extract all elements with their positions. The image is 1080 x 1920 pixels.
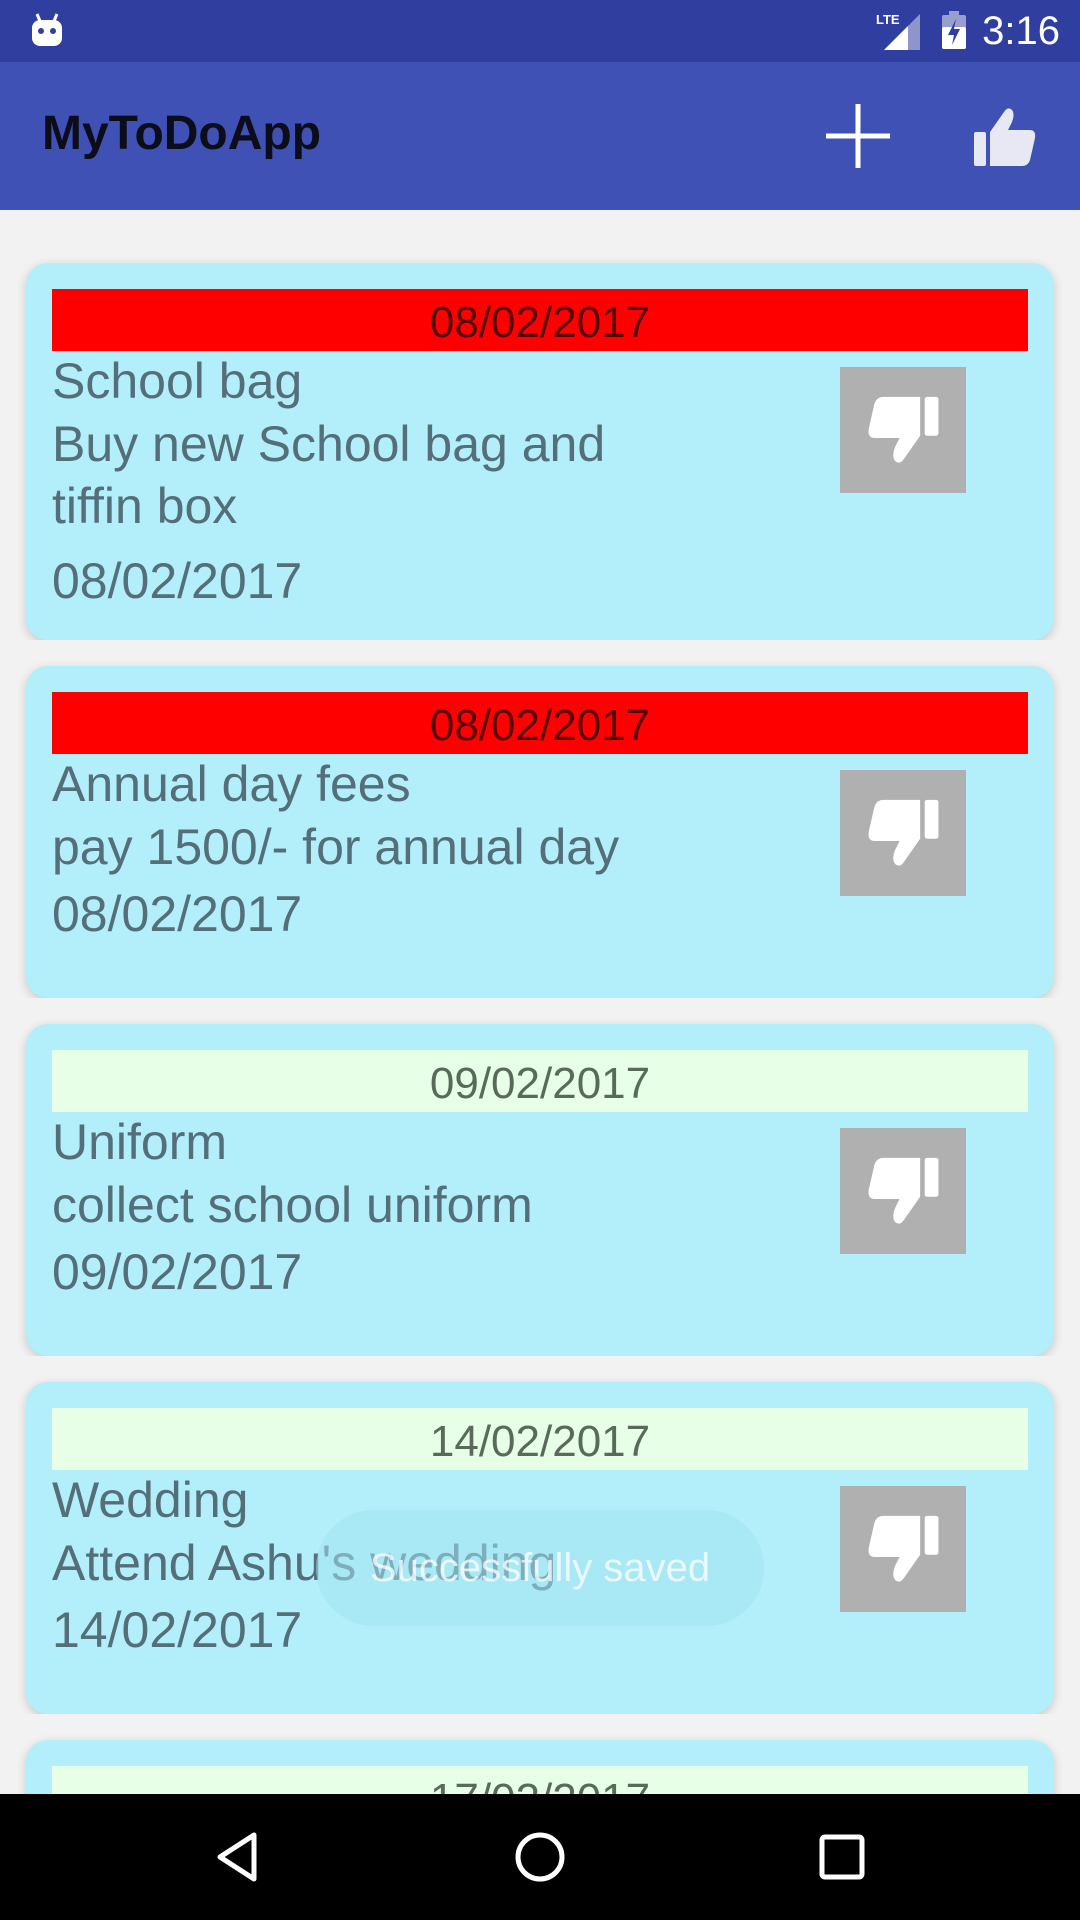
list-item[interactable]: 08/02/2017 Annual day fees pay 1500/- fo… [0,640,1080,998]
due-date-banner: 14/02/2017 [52,1408,1028,1470]
list-item[interactable]: 08/02/2017 School bag Buy new School bag… [0,210,1080,640]
todo-description: Buy new School bag and tiffin box [52,416,606,534]
due-date-banner: 17/02/2017 [52,1766,1028,1794]
app-title: MyToDoApp [42,107,322,160]
todo-description: collect school uniform [52,1177,533,1233]
mark-done-button[interactable] [840,367,966,493]
home-icon [515,1832,565,1882]
recents-button[interactable] [812,1827,872,1887]
plus-icon [826,104,890,168]
recents-icon [819,1834,865,1880]
todo-title: School bag [52,353,303,409]
todo-date: 08/02/2017 [52,553,303,609]
mark-done-button[interactable] [840,1486,966,1612]
todo-title: Wedding [52,1472,249,1528]
network-type: LTE [876,12,900,27]
app-bar: MyToDoApp [0,62,1080,210]
status-bar: LTE 3:16 [0,0,1080,62]
add-todo-button[interactable] [820,98,896,174]
todo-card[interactable]: 17/02/2017 [26,1740,1054,1794]
clock: 3:16 [982,9,1060,53]
todo-description: pay 1500/- for annual day [52,819,620,875]
thumb-down-icon [868,1515,939,1582]
todo-date: 14/02/2017 [52,1602,303,1658]
done-list-button[interactable] [970,102,1040,172]
list-item[interactable]: 09/02/2017 Uniform collect school unifor… [0,998,1080,1356]
mark-done-button[interactable] [840,1128,966,1254]
todo-card[interactable]: 09/02/2017 Uniform collect school unifor… [26,1024,1054,1356]
navigation-bar [0,1794,1080,1920]
thumb-up-icon [974,108,1036,166]
todo-card[interactable]: 08/02/2017 School bag Buy new School bag… [26,263,1054,640]
due-date-banner: 08/02/2017 [52,289,1028,351]
due-date-banner: 08/02/2017 [52,692,1028,754]
back-icon [217,1832,257,1882]
thumb-down-icon [868,1157,939,1224]
battery-icon [940,11,968,56]
todo-title: Annual day fees [52,756,411,812]
todo-card[interactable]: 08/02/2017 Annual day fees pay 1500/- fo… [26,666,1054,998]
todo-date: 08/02/2017 [52,886,303,942]
todo-date: 09/02/2017 [52,1244,303,1300]
thumb-down-icon [868,799,939,866]
back-button[interactable] [208,1827,268,1887]
android-notification-icon [30,12,64,53]
mark-done-button[interactable] [840,770,966,896]
toast-message: Successfully saved [316,1510,764,1626]
signal-icon: LTE [876,10,924,57]
list-item[interactable]: 17/02/2017 [0,1714,1080,1794]
due-date-banner: 09/02/2017 [52,1050,1028,1112]
home-button[interactable] [510,1827,570,1887]
todo-title: Uniform [52,1114,228,1170]
thumb-down-icon [868,396,939,463]
